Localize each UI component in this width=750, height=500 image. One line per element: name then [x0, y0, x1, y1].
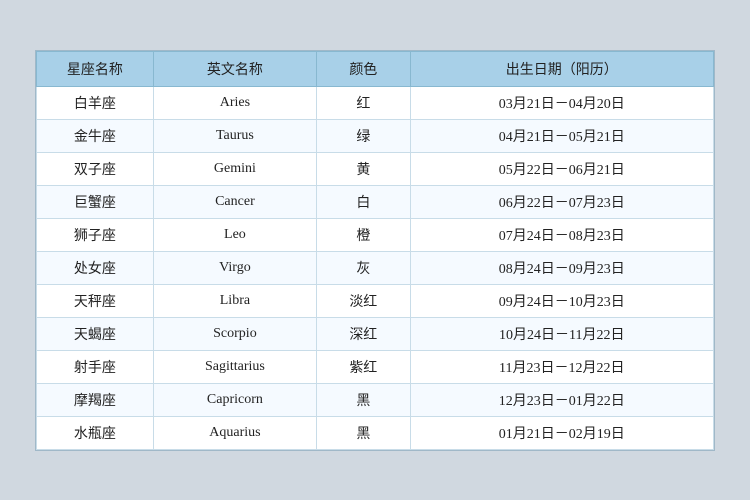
cell-color: 黄 [317, 152, 410, 185]
cell-chinese: 巨蟹座 [37, 185, 154, 218]
table-row: 双子座Gemini黄05月22日－06月21日 [37, 152, 714, 185]
table-row: 巨蟹座Cancer白06月22日－07月23日 [37, 185, 714, 218]
cell-chinese: 白羊座 [37, 86, 154, 119]
cell-date: 12月23日－01月22日 [410, 383, 714, 416]
cell-date: 06月22日－07月23日 [410, 185, 714, 218]
cell-color: 淡红 [317, 284, 410, 317]
table-header-row: 星座名称 英文名称 颜色 出生日期（阳历） [37, 51, 714, 86]
cell-color: 红 [317, 86, 410, 119]
cell-english: Leo [153, 218, 316, 251]
cell-chinese: 双子座 [37, 152, 154, 185]
cell-color: 绿 [317, 119, 410, 152]
table-row: 处女座Virgo灰08月24日－09月23日 [37, 251, 714, 284]
cell-color: 灰 [317, 251, 410, 284]
cell-english: Aries [153, 86, 316, 119]
cell-english: Taurus [153, 119, 316, 152]
header-chinese: 星座名称 [37, 51, 154, 86]
table-row: 摩羯座Capricorn黑12月23日－01月22日 [37, 383, 714, 416]
cell-english: Gemini [153, 152, 316, 185]
cell-date: 09月24日－10月23日 [410, 284, 714, 317]
cell-chinese: 狮子座 [37, 218, 154, 251]
cell-english: Aquarius [153, 416, 316, 449]
cell-color: 橙 [317, 218, 410, 251]
cell-chinese: 天蝎座 [37, 317, 154, 350]
cell-english: Virgo [153, 251, 316, 284]
cell-date: 04月21日－05月21日 [410, 119, 714, 152]
cell-chinese: 摩羯座 [37, 383, 154, 416]
cell-english: Sagittarius [153, 350, 316, 383]
cell-chinese: 金牛座 [37, 119, 154, 152]
table-row: 金牛座Taurus绿04月21日－05月21日 [37, 119, 714, 152]
cell-chinese: 天秤座 [37, 284, 154, 317]
cell-english: Scorpio [153, 317, 316, 350]
cell-color: 深红 [317, 317, 410, 350]
cell-color: 紫红 [317, 350, 410, 383]
zodiac-table-container: 星座名称 英文名称 颜色 出生日期（阳历） 白羊座Aries红03月21日－04… [35, 50, 715, 451]
cell-date: 07月24日－08月23日 [410, 218, 714, 251]
cell-english: Libra [153, 284, 316, 317]
cell-date: 08月24日－09月23日 [410, 251, 714, 284]
table-row: 射手座Sagittarius紫红11月23日－12月22日 [37, 350, 714, 383]
cell-date: 05月22日－06月21日 [410, 152, 714, 185]
cell-color: 黑 [317, 383, 410, 416]
table-row: 天秤座Libra淡红09月24日－10月23日 [37, 284, 714, 317]
table-row: 狮子座Leo橙07月24日－08月23日 [37, 218, 714, 251]
table-row: 天蝎座Scorpio深红10月24日－11月22日 [37, 317, 714, 350]
header-date: 出生日期（阳历） [410, 51, 714, 86]
cell-date: 01月21日－02月19日 [410, 416, 714, 449]
table-row: 白羊座Aries红03月21日－04月20日 [37, 86, 714, 119]
cell-chinese: 水瓶座 [37, 416, 154, 449]
header-color: 颜色 [317, 51, 410, 86]
cell-english: Capricorn [153, 383, 316, 416]
cell-chinese: 处女座 [37, 251, 154, 284]
header-english: 英文名称 [153, 51, 316, 86]
zodiac-table: 星座名称 英文名称 颜色 出生日期（阳历） 白羊座Aries红03月21日－04… [36, 51, 714, 450]
cell-date: 10月24日－11月22日 [410, 317, 714, 350]
cell-date: 11月23日－12月22日 [410, 350, 714, 383]
cell-color: 黑 [317, 416, 410, 449]
cell-date: 03月21日－04月20日 [410, 86, 714, 119]
cell-english: Cancer [153, 185, 316, 218]
cell-color: 白 [317, 185, 410, 218]
table-row: 水瓶座Aquarius黑01月21日－02月19日 [37, 416, 714, 449]
cell-chinese: 射手座 [37, 350, 154, 383]
